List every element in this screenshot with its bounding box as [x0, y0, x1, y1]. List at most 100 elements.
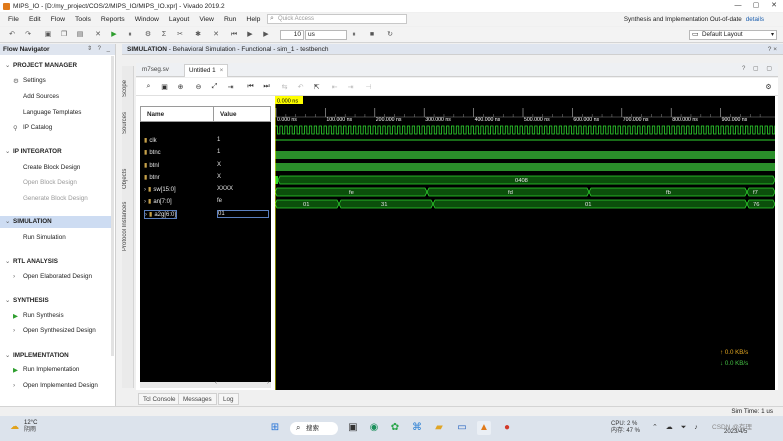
save-icon[interactable]: ▣ — [44, 31, 52, 39]
cut-icon[interactable]: ✂ — [176, 31, 184, 39]
close-tab-icon[interactable]: × — [220, 67, 224, 74]
signal-row-clk[interactable]: ▮ clk — [144, 137, 157, 144]
tab-m7seg[interactable]: m7seg.sv — [138, 64, 173, 77]
go-to-end-icon[interactable]: ⏭ — [262, 83, 271, 91]
task-view-icon[interactable]: ▣ — [346, 421, 360, 435]
run-implementation-item[interactable]: ▶ Run Implementation — [0, 366, 112, 374]
open-synthesized-design-item[interactable]: › Open Synthesized Design — [0, 327, 112, 334]
run-time-input[interactable]: 10 — [280, 30, 304, 40]
vscode-icon[interactable]: ⌘ — [410, 421, 424, 435]
menu-flow[interactable]: Flow — [51, 16, 65, 23]
section-rtl-analysis[interactable]: ⌄ RTL ANALYSIS — [0, 258, 112, 265]
run-synthesis-item[interactable]: ▶ Run Synthesis — [0, 312, 112, 320]
sigma-icon[interactable]: Σ — [160, 31, 168, 39]
minimize-button[interactable]: — — [729, 0, 747, 12]
chevron-right-icon[interactable]: › — [144, 199, 146, 205]
signal-row-sw[interactable]: › ▮ sw[15:0] — [144, 186, 176, 193]
swap-cursors-icon[interactable]: ⇆ — [280, 83, 289, 91]
generate-block-design-item[interactable]: Generate Block Design — [0, 195, 112, 202]
zoom-fit-icon[interactable]: ⤢ — [210, 83, 219, 91]
settings-gear-icon[interactable]: ⚙ — [144, 31, 152, 39]
cross-tool-icon[interactable]: ✕ — [212, 31, 220, 39]
open-elaborated-design-item[interactable]: › Open Elaborated Design — [0, 273, 112, 280]
monitor-icon[interactable]: ▭ — [455, 421, 469, 435]
maximize-button[interactable]: ▢ — [747, 0, 765, 12]
run-all-icon[interactable]: ▶ — [246, 31, 254, 39]
section-project-manager[interactable]: ⌄ PROJECT MANAGER — [0, 62, 112, 69]
run-simulation-item[interactable]: Run Simulation — [0, 234, 112, 241]
prev-marker-icon[interactable]: ⇤ — [330, 83, 339, 91]
taskbar-search[interactable]: 搜索 — [290, 421, 338, 435]
close-button[interactable]: ✕ — [765, 0, 783, 12]
restart-icon[interactable]: ⏮ — [230, 31, 238, 39]
copy-icon[interactable]: ❐ — [60, 31, 68, 39]
flow-navigator-header-icons[interactable]: ⇕ ? _ — [87, 44, 112, 55]
value-scrollbar[interactable]: ‹ › — [213, 380, 271, 388]
open-implemented-design-item[interactable]: › Open Implemented Design — [0, 382, 112, 389]
chevron-right-icon[interactable]: › — [144, 187, 146, 193]
run-for-icon[interactable]: ▶ — [262, 31, 270, 39]
snap-icon[interactable]: ⊣ — [364, 83, 373, 91]
wand-icon[interactable]: ✱ — [194, 31, 202, 39]
waveform-area[interactable]: 0.000 ns 0.000 ns 100.000 ns 200.000 ns 300… — [274, 96, 778, 390]
save-wave-icon[interactable]: ▣ — [160, 83, 169, 91]
add-sources-item[interactable]: Add Sources — [0, 93, 112, 100]
section-synthesis[interactable]: ⌄ SYNTHESIS — [0, 297, 112, 304]
tab-scope[interactable]: Scope — [122, 74, 134, 102]
flow-navigator-scrollbar[interactable] — [111, 56, 114, 356]
menu-edit[interactable]: Edit — [29, 16, 41, 23]
tab-tcl-console[interactable]: Tcl Console — [138, 393, 181, 405]
scroll-right-icon[interactable]: › — [267, 380, 269, 386]
break-icon[interactable]: ⏸ — [350, 31, 358, 39]
run-icon[interactable]: ▶ — [110, 31, 118, 39]
signal-row-btnr[interactable]: ▮ btnr — [144, 174, 160, 181]
back-icon[interactable]: ↶ — [8, 31, 16, 39]
step-icon[interactable]: ⏸ — [126, 31, 134, 39]
menu-help[interactable]: Help — [246, 16, 260, 23]
menu-run[interactable]: Run — [224, 16, 236, 23]
menu-window[interactable]: Window — [135, 16, 159, 23]
relaunch-icon[interactable]: ↻ — [386, 31, 394, 39]
details-link[interactable]: details — [746, 16, 764, 23]
layout-select[interactable]: Default Layout — [689, 30, 777, 40]
create-block-design-item[interactable]: Create Block Design — [0, 164, 112, 171]
tabstrip-controls[interactable]: ? ▢ ▢ — [742, 65, 775, 72]
language-templates-item[interactable]: Language Templates — [0, 109, 112, 116]
edge-icon[interactable]: ◉ — [367, 421, 381, 435]
undo-icon[interactable]: ↶ — [296, 83, 305, 91]
menu-layout[interactable]: Layout — [169, 16, 189, 23]
menu-file[interactable]: File — [8, 16, 19, 23]
tab-untitled-1[interactable]: Untitled 1 × — [184, 64, 229, 77]
ip-catalog-item[interactable]: ⚲ IP Catalog — [0, 124, 112, 132]
menu-reports[interactable]: Reports — [101, 16, 125, 23]
file-explorer-icon[interactable]: ▰ — [432, 421, 446, 435]
section-simulation[interactable]: ⌄ SIMULATION — [0, 216, 112, 228]
signal-row-btnl[interactable]: ▮ btnl — [144, 162, 159, 169]
open-block-design-item[interactable]: Open Block Design — [0, 179, 112, 186]
zoom-out-icon[interactable]: ⊖ — [194, 83, 203, 91]
paste-icon[interactable]: ▤ — [76, 31, 84, 39]
signal-row-a2g[interactable]: › ▮ a2g[6:0] — [144, 210, 177, 219]
signal-row-btnc[interactable]: ▮ btnc — [144, 149, 161, 156]
settings-item[interactable]: ⚙ Settings — [0, 77, 112, 85]
menu-view[interactable]: View — [199, 16, 214, 23]
search-icon[interactable]: ⌕ — [144, 83, 153, 91]
value-column-header[interactable]: Value — [213, 106, 271, 122]
simulation-header-controls[interactable]: ? × — [768, 44, 777, 55]
delete-icon[interactable]: ✕ — [94, 31, 102, 39]
tab-protocol-instances[interactable]: Protocol Instances — [122, 196, 134, 256]
forward-icon[interactable]: ↷ — [24, 31, 32, 39]
vivado-taskbar-icon[interactable]: ▲ — [477, 421, 491, 435]
weather-widget[interactable]: ☁ 12°C 阴雨 — [10, 420, 37, 434]
wechat-icon[interactable]: ✿ — [388, 421, 402, 435]
quick-access-search[interactable]: Quick Access — [267, 14, 407, 24]
wave-settings-gear-icon[interactable]: ⚙ — [764, 83, 773, 91]
run-time-unit-select[interactable]: us — [305, 30, 347, 40]
go-to-start-icon[interactable]: ⏮ — [246, 83, 255, 91]
go-to-cursor-icon[interactable]: ⇥ — [226, 83, 235, 91]
start-icon[interactable]: ⊞ — [268, 421, 282, 435]
signal-row-an[interactable]: › ▮ an[7:0] — [144, 198, 172, 205]
tab-log[interactable]: Log — [218, 393, 239, 405]
section-ip-integrator[interactable]: ⌄ IP INTEGRATOR — [0, 148, 112, 155]
chevron-right-icon[interactable]: › — [145, 212, 147, 218]
